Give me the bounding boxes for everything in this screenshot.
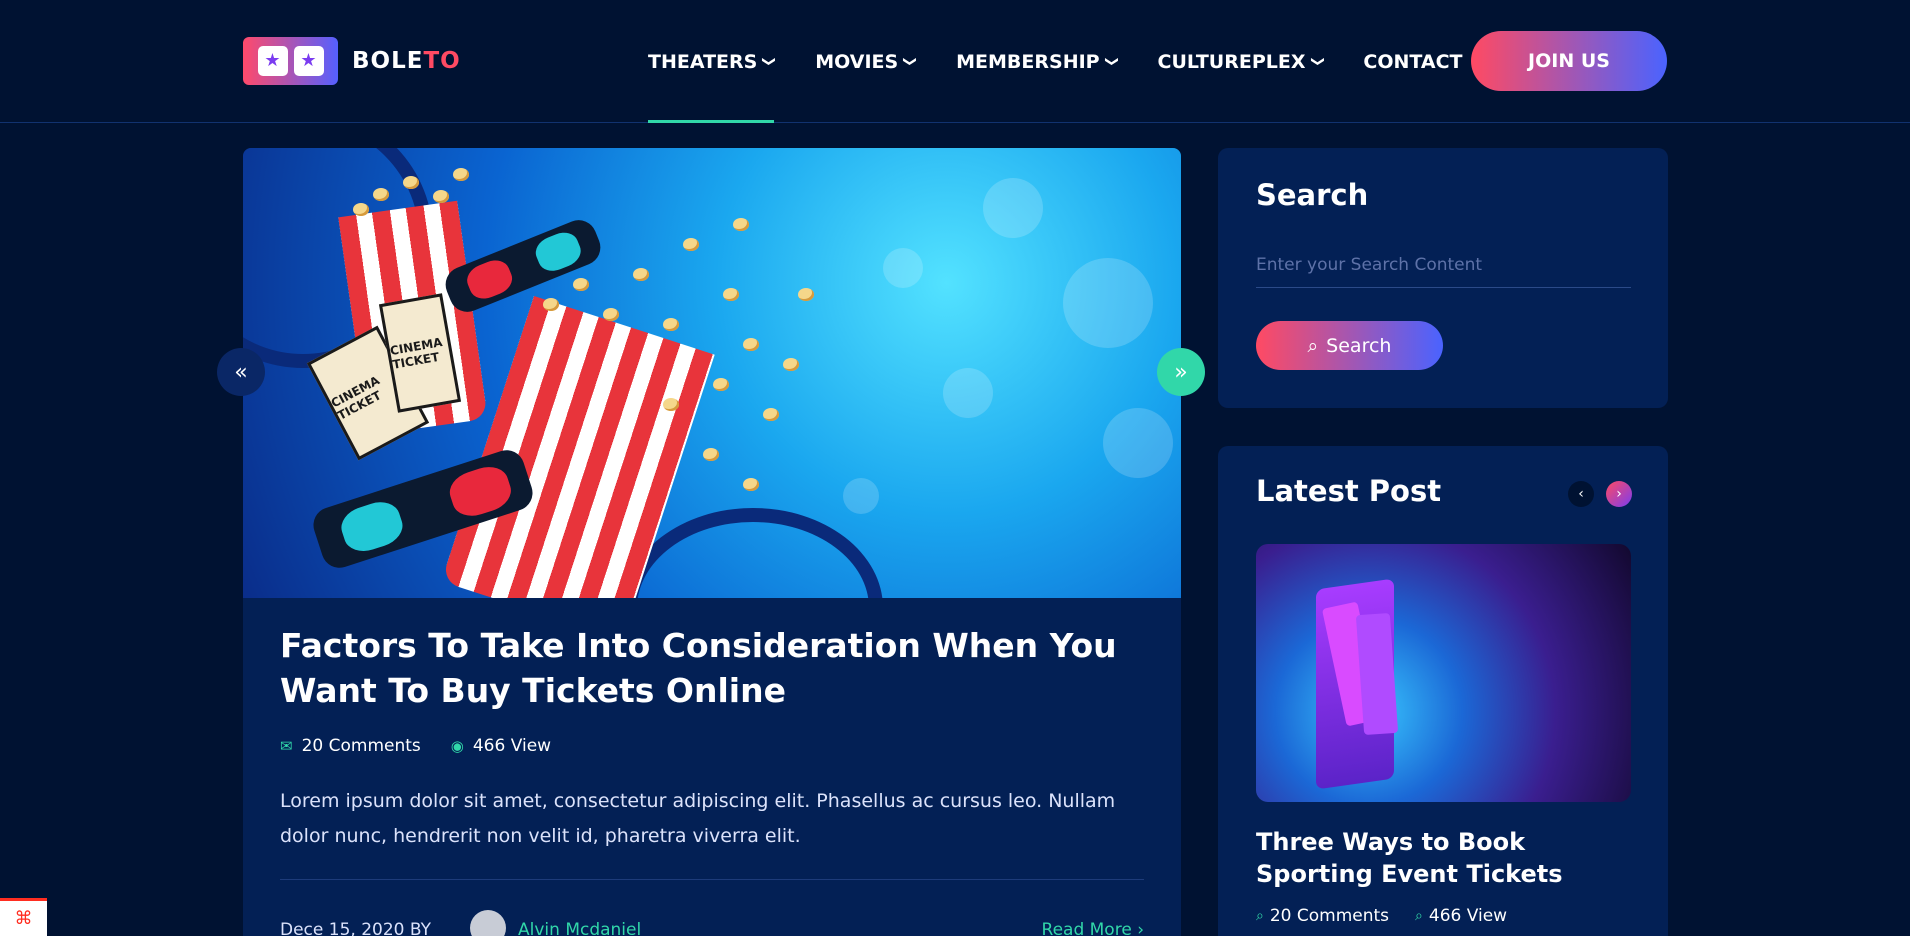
3d-glasses — [440, 214, 606, 318]
nav-item-label: MEMBERSHIP — [956, 50, 1100, 73]
search-button[interactable]: ⌕ Search — [1256, 321, 1443, 370]
comments-count: ⌕ 20 Comments — [1256, 906, 1389, 926]
eye-icon: ⌕ — [1415, 908, 1423, 924]
chevron-down-icon: ❯ — [1309, 56, 1325, 67]
chevron-right-icon[interactable]: › — [1606, 481, 1632, 507]
bokeh-light — [943, 368, 993, 418]
divider — [280, 879, 1144, 880]
comments-count: ✉ 20 Comments — [280, 736, 421, 756]
post-hero-image: CINEMA TICKET CINEMA TICKET — [243, 148, 1181, 598]
post-excerpt: Lorem ipsum dolor sit amet, consectetur … — [280, 790, 1116, 847]
nav-item-theaters[interactable]: THEATERS ❯ — [648, 0, 777, 123]
post-title[interactable]: Factors To Take Into Consideration When … — [280, 623, 1140, 713]
search-widget-title: Search — [1256, 178, 1369, 212]
search-icon: ⌕ — [1307, 334, 1319, 357]
comment-icon: ⌕ — [1256, 908, 1264, 924]
nav-item-cultureplex[interactable]: CULTUREPLEX ❯ — [1157, 0, 1325, 123]
featured-post: CINEMA TICKET CINEMA TICKET Factors To T… — [243, 148, 1181, 936]
chevron-down-icon: ❯ — [902, 56, 918, 67]
comments-label: 20 Comments — [301, 736, 421, 756]
avatar — [470, 910, 506, 936]
star-ticket-icon: ★ ★ — [243, 37, 338, 85]
star-icon: ★ — [257, 46, 288, 76]
double-chevron-left-icon[interactable]: « — [217, 348, 265, 396]
comment-icon: ✉ — [280, 737, 293, 755]
search-button-label: Search — [1326, 334, 1392, 357]
views-label: 466 View — [1428, 906, 1508, 926]
latest-post-widget: Latest Post ‹ › Three Ways to Book Sport… — [1218, 446, 1668, 936]
main-nav: THEATERS ❯ MOVIES ❯ MEMBERSHIP ❯ CULTURE… — [648, 0, 1504, 123]
bokeh-light — [843, 478, 879, 514]
latest-post-meta: ⌕ 20 Comments ⌕ 466 View — [1256, 906, 1533, 926]
framework-badge-icon[interactable]: ⌘ — [0, 898, 47, 936]
eye-icon: ◉ — [450, 737, 464, 755]
bokeh-light — [983, 178, 1043, 238]
post-meta: ✉ 20 Comments ◉ 466 View — [280, 736, 581, 756]
chevron-left-icon[interactable]: ‹ — [1568, 481, 1594, 507]
nav-item-label: THEATERS — [648, 50, 758, 73]
logo[interactable]: ★ ★ BOLETO — [243, 37, 461, 85]
read-more-link[interactable]: Read More › — [1042, 920, 1144, 936]
nav-item-membership[interactable]: MEMBERSHIP ❯ — [956, 0, 1119, 123]
comments-label: 20 Comments — [1269, 906, 1390, 926]
latest-post-title: Latest Post — [1256, 474, 1442, 508]
nav-item-label: CONTACT — [1363, 50, 1463, 73]
site-header: ★ ★ BOLETO THEATERS ❯ MOVIES ❯ MEMBERSHI… — [0, 0, 1910, 123]
search-widget: Search ⌕ Search — [1218, 148, 1668, 408]
views-label: 466 View — [472, 736, 552, 756]
author-link[interactable]: Alvin Mcdaniel — [518, 920, 641, 936]
post-date: Dece 15, 2020 BY — [280, 920, 431, 936]
latest-post-image[interactable] — [1256, 544, 1631, 802]
join-us-button[interactable]: JOIN US — [1471, 31, 1667, 91]
brand-name: BOLETO — [352, 48, 461, 74]
film-reel — [623, 508, 883, 598]
nav-item-movies[interactable]: MOVIES ❯ — [815, 0, 918, 123]
star-icon: ★ — [293, 46, 324, 76]
chevron-down-icon: ❯ — [761, 56, 777, 67]
nav-item-label: MOVIES — [815, 50, 899, 73]
read-more-label: Read More — [1041, 920, 1132, 936]
bokeh-light — [1063, 258, 1153, 348]
brand-name-part1: BOLE — [352, 48, 424, 74]
views-count: ◉ 466 View — [451, 736, 551, 756]
double-chevron-right-icon[interactable]: » — [1157, 348, 1205, 396]
chevron-right-icon: › — [1137, 920, 1144, 936]
nav-item-contact[interactable]: CONTACT — [1363, 0, 1462, 123]
bokeh-light — [883, 248, 923, 288]
brand-name-part2: TO — [423, 48, 461, 74]
search-input[interactable] — [1256, 243, 1631, 288]
latest-post-heading[interactable]: Three Ways to Book Sporting Event Ticket… — [1256, 826, 1636, 890]
chevron-down-icon: ❯ — [1103, 56, 1119, 67]
nav-item-label: CULTUREPLEX — [1157, 50, 1306, 73]
bokeh-light — [1103, 408, 1173, 478]
views-count: ⌕ 466 View — [1415, 906, 1507, 926]
